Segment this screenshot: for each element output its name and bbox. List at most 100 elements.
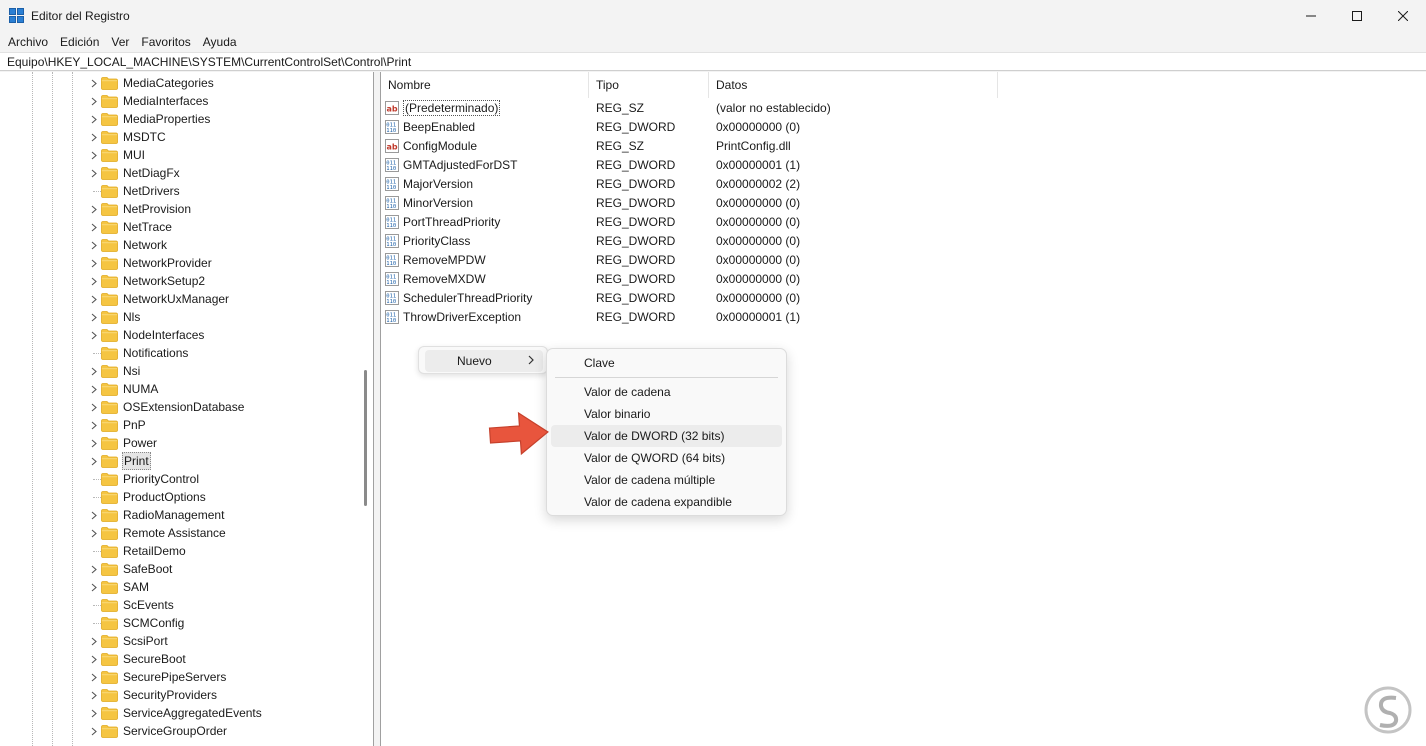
column-header-type[interactable]: Tipo [589, 72, 709, 98]
menu-item-valor-cadena-expandible[interactable]: Valor de cadena expandible [551, 491, 782, 513]
chevron-right-icon[interactable] [88, 362, 100, 380]
tree-item[interactable]: Nsi [88, 362, 141, 380]
chevron-right-icon[interactable] [88, 92, 100, 110]
close-button[interactable] [1380, 0, 1426, 32]
menu-item-valor-qword[interactable]: Valor de QWORD (64 bits) [551, 447, 782, 469]
menu-ayuda[interactable]: Ayuda [197, 33, 243, 51]
column-header-data[interactable]: Datos [709, 72, 998, 98]
chevron-right-icon[interactable] [88, 668, 100, 686]
menu-item-valor-cadena[interactable]: Valor de cadena [551, 381, 782, 403]
chevron-right-icon[interactable] [88, 164, 100, 182]
chevron-right-icon[interactable] [88, 272, 100, 290]
value-list-pane[interactable]: Nombre Tipo Datos ab (Predeterminado) REG_… [380, 72, 1426, 746]
chevron-right-icon[interactable] [88, 110, 100, 128]
tree-item[interactable]: MediaProperties [88, 110, 211, 128]
tree-item[interactable]: SAM [88, 578, 150, 596]
chevron-right-icon[interactable] [88, 200, 100, 218]
tree-item[interactable]: PnP [88, 416, 147, 434]
column-header-name[interactable]: Nombre [381, 72, 589, 98]
value-row[interactable]: 011 110 BeepEnabled REG_DWORD 0x00000000 (0) [385, 117, 1005, 136]
chevron-right-icon[interactable] [88, 452, 100, 470]
chevron-right-icon[interactable] [88, 146, 100, 164]
value-row[interactable]: ab ConfigModule REG_SZ PrintConfig.dll [385, 136, 1005, 155]
chevron-right-icon[interactable] [88, 398, 100, 416]
tree-item[interactable]: RetailDemo [88, 542, 187, 560]
tree-item[interactable]: Network [88, 236, 168, 254]
tree-item[interactable]: ServiceAggregatedEvents [88, 704, 263, 722]
tree-item[interactable]: MUI [88, 146, 146, 164]
chevron-right-icon[interactable] [88, 326, 100, 344]
chevron-right-icon[interactable] [88, 686, 100, 704]
value-row[interactable]: 011 110 SchedulerThreadPriority REG_DWORD 0x… [385, 288, 1005, 307]
menu-edicion[interactable]: Edición [54, 33, 105, 51]
chevron-right-icon[interactable] [88, 218, 100, 236]
chevron-right-icon[interactable] [88, 704, 100, 722]
tree-item[interactable]: SafeBoot [88, 560, 173, 578]
menu-item-clave[interactable]: Clave [551, 352, 782, 374]
chevron-right-icon[interactable] [88, 722, 100, 740]
tree-item[interactable]: NetProvision [88, 200, 192, 218]
tree-item[interactable]: RadioManagement [88, 506, 225, 524]
chevron-right-icon[interactable] [88, 290, 100, 308]
tree-item[interactable]: SCMConfig [88, 614, 185, 632]
tree-item[interactable]: MediaCategories [88, 74, 215, 92]
chevron-right-icon[interactable] [88, 254, 100, 272]
menu-favoritos[interactable]: Favoritos [135, 33, 196, 51]
value-row[interactable]: 011 110 PriorityClass REG_DWORD 0x00000000 (… [385, 231, 1005, 250]
chevron-right-icon[interactable] [88, 524, 100, 542]
tree-item[interactable]: Remote Assistance [88, 524, 227, 542]
tree-item[interactable]: SecurityProviders [88, 686, 218, 704]
tree-item[interactable]: MSDTC [88, 128, 167, 146]
tree-item[interactable]: ServiceGroupOrder [88, 722, 228, 740]
chevron-right-icon[interactable] [88, 128, 100, 146]
value-row[interactable]: ab (Predeterminado) REG_SZ (valor no establ… [385, 98, 1005, 117]
menu-item-nuevo[interactable]: Nuevo [425, 350, 543, 372]
value-row[interactable]: 011 110 ThrowDriverException REG_DWORD 0x000… [385, 307, 1005, 326]
chevron-right-icon[interactable] [88, 380, 100, 398]
tree-item[interactable]: NetTrace [88, 218, 173, 236]
tree-item[interactable]: ScEvents [88, 596, 175, 614]
chevron-right-icon[interactable] [88, 434, 100, 452]
tree-item[interactable]: Power [88, 434, 158, 452]
tree-item[interactable]: NUMA [88, 380, 159, 398]
tree-item[interactable]: NetDrivers [88, 182, 181, 200]
chevron-right-icon[interactable] [88, 560, 100, 578]
tree-item[interactable]: PriorityControl [88, 470, 200, 488]
value-row[interactable]: 011 110 MajorVersion REG_DWORD 0x00000002 (2… [385, 174, 1005, 193]
tree-item[interactable]: NetworkProvider [88, 254, 213, 272]
tree-item[interactable]: NetworkSetup2 [88, 272, 206, 290]
address-path[interactable]: Equipo\HKEY_LOCAL_MACHINE\SYSTEM\Current… [7, 55, 411, 69]
chevron-right-icon[interactable] [88, 236, 100, 254]
chevron-right-icon[interactable] [88, 506, 100, 524]
minimize-button[interactable] [1288, 0, 1334, 32]
chevron-right-icon[interactable] [88, 416, 100, 434]
menu-ver[interactable]: Ver [105, 33, 135, 51]
chevron-right-icon[interactable] [88, 650, 100, 668]
chevron-right-icon[interactable] [88, 578, 100, 596]
tree-item[interactable]: Print [88, 452, 151, 470]
menu-item-valor-dword[interactable]: Valor de DWORD (32 bits) [551, 425, 782, 447]
chevron-right-icon[interactable] [88, 74, 100, 92]
menu-item-valor-binario[interactable]: Valor binario [551, 403, 782, 425]
tree-item[interactable]: NodeInterfaces [88, 326, 205, 344]
tree-item[interactable]: ScsiPort [88, 632, 169, 650]
value-row[interactable]: 011 110 MinorVersion REG_DWORD 0x00000000 (0… [385, 193, 1005, 212]
maximize-button[interactable] [1334, 0, 1380, 32]
tree-item[interactable]: OSExtensionDatabase [88, 398, 245, 416]
tree-item[interactable]: MediaInterfaces [88, 92, 209, 110]
value-row[interactable]: 011 110 GMTAdjustedForDST REG_DWORD 0x000000… [385, 155, 1005, 174]
menu-item-valor-cadena-multiple[interactable]: Valor de cadena múltiple [551, 469, 782, 491]
tree-item[interactable]: NetworkUxManager [88, 290, 230, 308]
address-bar[interactable]: Equipo\HKEY_LOCAL_MACHINE\SYSTEM\Current… [0, 52, 1426, 71]
value-row[interactable]: 011 110 PortThreadPriority REG_DWORD 0x00000… [385, 212, 1005, 231]
tree-item[interactable]: NetDiagFx [88, 164, 181, 182]
key-tree-pane[interactable]: MediaCategories MediaInterfaces MediaPrope… [0, 72, 374, 746]
tree-item[interactable]: Nls [88, 308, 141, 326]
menu-archivo[interactable]: Archivo [2, 33, 54, 51]
value-row[interactable]: 011 110 RemoveMXDW REG_DWORD 0x00000000 (0) [385, 269, 1005, 288]
value-row[interactable]: 011 110 RemoveMPDW REG_DWORD 0x00000000 (0) [385, 250, 1005, 269]
tree-item[interactable]: SecurePipeServers [88, 668, 227, 686]
tree-item[interactable]: SecureBoot [88, 650, 187, 668]
tree-scrollbar-thumb[interactable] [364, 370, 367, 506]
chevron-right-icon[interactable] [88, 308, 100, 326]
